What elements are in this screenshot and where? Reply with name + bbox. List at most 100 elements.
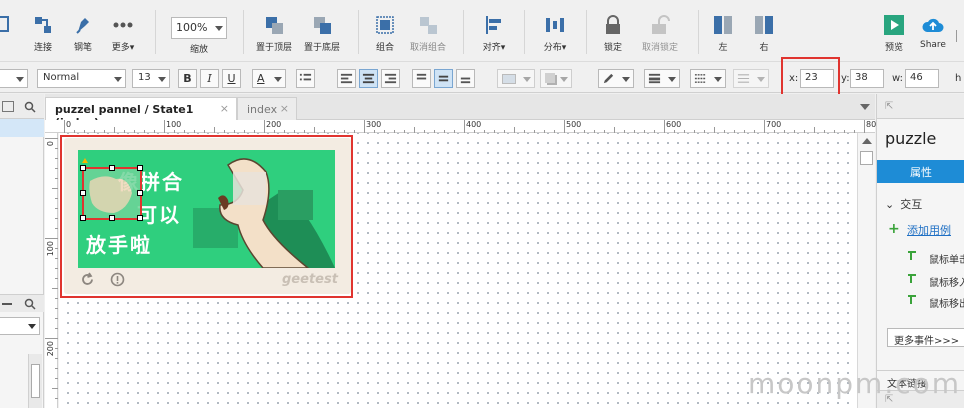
bring-front-icon — [266, 17, 283, 34]
ruler-tick — [864, 120, 865, 133]
left-scrollbar[interactable] — [28, 354, 42, 408]
share-button[interactable]: Share — [918, 14, 948, 58]
italic-button[interactable]: I — [200, 69, 219, 88]
ruler-tick — [52, 288, 58, 289]
text-color-button[interactable]: A — [252, 69, 286, 88]
search-icon[interactable] — [24, 101, 36, 113]
event-click[interactable]: 鼠标单击 — [929, 251, 964, 266]
chevron-down-icon — [714, 77, 722, 82]
y-coordinate-input[interactable]: 38 — [850, 69, 884, 88]
arrow-style-icon — [737, 74, 750, 83]
ruler-tick — [55, 308, 58, 309]
zoom-select[interactable]: 100% — [171, 17, 227, 39]
x-coordinate-highlight — [781, 57, 840, 97]
right-button[interactable]: 右 — [752, 14, 776, 58]
send-to-back-button[interactable]: 置于底层 — [302, 14, 342, 58]
valign-middle-button[interactable] — [434, 69, 453, 88]
ruler-tick — [55, 258, 58, 259]
left-button[interactable]: 左 — [711, 14, 735, 58]
group-label: 组合 — [375, 43, 394, 53]
connect-label: 连接 — [33, 43, 52, 53]
line-style-icon — [694, 74, 707, 83]
bullet-list-button[interactable] — [296, 69, 315, 88]
unlock-label: 取消锁定 — [641, 43, 678, 53]
chevron-down-icon: ⌄ — [885, 198, 895, 211]
ruler-label: 200 — [46, 341, 55, 357]
interaction-section[interactable]: ⌄ 交互 — [885, 196, 922, 212]
scroll-up-icon[interactable] — [862, 138, 872, 144]
close-icon[interactable]: × — [280, 102, 289, 115]
widget-name[interactable]: puzzle — [885, 129, 936, 148]
ruler-label: 700 — [766, 120, 782, 129]
play-icon — [884, 15, 904, 35]
event-mouse-enter[interactable]: 鼠标移入 — [929, 274, 964, 289]
distribute-button[interactable]: 分布▾ — [538, 14, 572, 58]
connector-icon — [35, 17, 51, 33]
zoom-label: 缩放 — [190, 45, 209, 55]
shadow-button[interactable] — [540, 69, 572, 88]
event-mouse-leave[interactable]: 鼠标移出 — [929, 295, 964, 310]
tab-overflow-chevron-icon[interactable] — [860, 104, 870, 110]
font-size-select[interactable]: 13 — [132, 69, 170, 88]
tab-puzzel-pannel[interactable]: puzzel pannel / State1 (index) × — [45, 97, 237, 129]
toolbar-divider — [155, 10, 156, 54]
chevron-down-icon — [28, 324, 36, 329]
event-icon — [908, 274, 916, 283]
group-button[interactable]: 组合 — [372, 14, 398, 58]
preview-button[interactable]: 预览 — [881, 14, 907, 58]
ruler-label: 300 — [366, 120, 382, 129]
h-label: h — [955, 73, 962, 84]
line-weight-icon — [648, 73, 661, 84]
line-style-button[interactable] — [690, 69, 726, 88]
font-style-select[interactable]: Normal — [37, 69, 126, 88]
connect-tool-button[interactable]: 连接 — [30, 14, 56, 58]
chevron-down-icon — [757, 77, 765, 82]
fill-color-button[interactable] — [497, 69, 535, 88]
axure-editor: 连接 钢笔 更多▾ 100% 缩放 置于顶层 置于底层 组合 取消组合 对齐▾ … — [0, 0, 964, 408]
collapse-arrow-icon[interactable]: ⇱ — [885, 101, 893, 112]
search-icon[interactable] — [24, 298, 36, 310]
align-left-button[interactable] — [337, 69, 356, 88]
valign-bottom-button[interactable] — [456, 69, 475, 88]
unlock-icon — [652, 15, 670, 34]
scroll-thumb[interactable] — [860, 151, 873, 165]
preview-label: 预览 — [884, 43, 903, 53]
add-page-icon[interactable] — [2, 101, 14, 112]
bold-button[interactable]: B — [178, 69, 197, 88]
tab-index[interactable]: index × — [237, 97, 297, 120]
width-input[interactable]: 46 — [905, 69, 939, 88]
close-icon[interactable]: × — [220, 102, 229, 115]
more-tools-button[interactable]: 更多▾ — [106, 14, 140, 58]
collapse-icon[interactable] — [2, 303, 12, 305]
align-center-button[interactable] — [359, 69, 378, 88]
more-events-button[interactable]: 更多事件>>> — [887, 328, 964, 347]
ungroup-button[interactable]: 取消组合 — [408, 14, 448, 58]
align-button[interactable]: 对齐▾ — [478, 14, 510, 58]
send-back-icon — [314, 17, 331, 34]
underline-button[interactable]: U — [222, 69, 241, 88]
chevron-down-icon — [114, 77, 122, 82]
partial-tool[interactable] — [0, 14, 14, 58]
more-label: 更多▾ — [111, 43, 135, 53]
unlock-button[interactable]: 取消锁定 — [640, 14, 680, 58]
bring-to-front-button[interactable]: 置于顶层 — [254, 14, 294, 58]
library-select[interactable] — [0, 317, 40, 335]
scroll-thumb[interactable] — [31, 364, 40, 398]
valign-top-button[interactable] — [412, 69, 431, 88]
pen-tool-button[interactable]: 钢笔 — [70, 14, 96, 58]
ruler-tick — [45, 338, 58, 339]
line-weight-button[interactable] — [644, 69, 680, 88]
tab-properties[interactable]: 属性 — [877, 160, 964, 183]
ruler-label: 600 — [666, 120, 682, 129]
font-family-select[interactable] — [0, 69, 28, 88]
arrow-style-button[interactable] — [733, 69, 769, 88]
add-case-link[interactable]: 添加用例 — [907, 222, 951, 238]
line-color-button[interactable] — [598, 69, 634, 88]
ruler-label: 100 — [166, 120, 182, 129]
selected-page-row[interactable] — [0, 119, 44, 137]
lock-button[interactable]: 锁定 — [600, 14, 626, 58]
chevron-down-icon — [274, 77, 282, 82]
ruler-tick — [45, 238, 58, 239]
ruler-tick — [55, 208, 58, 209]
align-right-button[interactable] — [381, 69, 400, 88]
